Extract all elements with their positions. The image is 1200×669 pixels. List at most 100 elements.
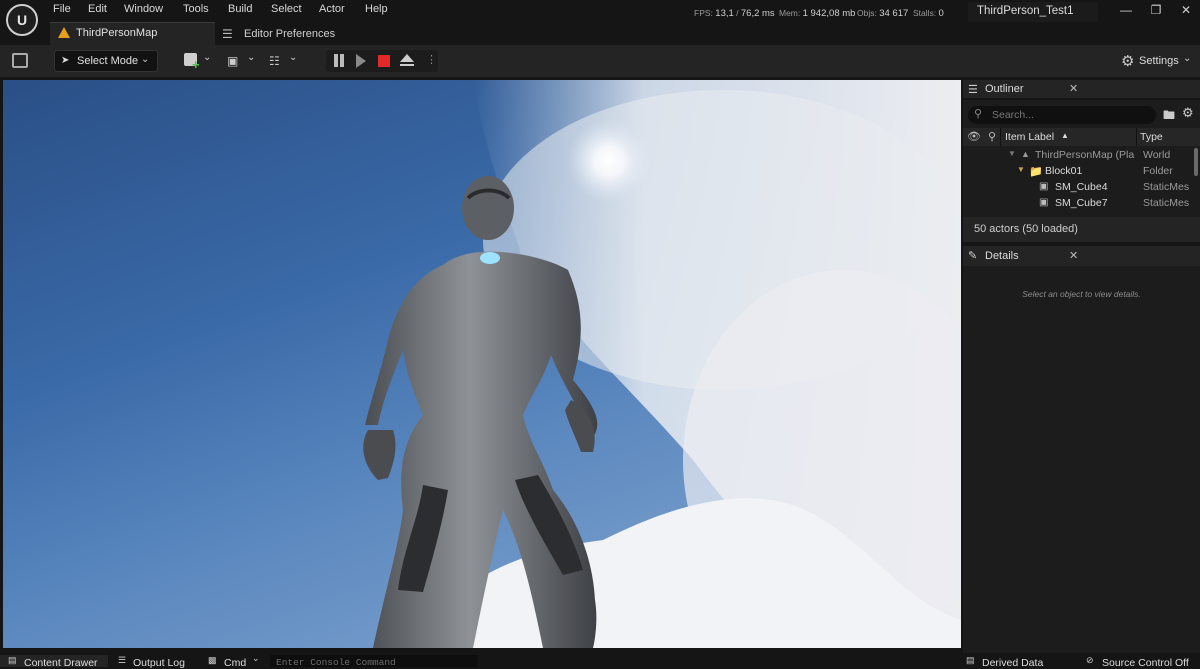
chevron-down-icon: ⌄ <box>141 54 150 65</box>
static-mesh-icon: ▣ <box>1039 197 1049 208</box>
more-options-icon[interactable]: ⋮ <box>426 53 437 66</box>
add-actor-button[interactable]: + ⌄ <box>184 52 212 72</box>
details-panel: Select an object to view details. <box>963 266 1200 653</box>
pause-icon-bar <box>340 54 344 67</box>
restore-icon[interactable]: ❐ <box>1142 3 1170 21</box>
clapperboard-icon: ☷ <box>269 54 280 68</box>
main-toolbar <box>0 45 1200 77</box>
chevron-down-icon: ⌄ <box>1183 53 1192 64</box>
close-icon[interactable]: ✕ <box>1069 82 1078 95</box>
unreal-logo-icon[interactable]: U <box>6 4 38 36</box>
folder-icon: 📁 <box>1029 166 1043 178</box>
content-drawer-label: Content Drawer <box>24 657 98 669</box>
console-input[interactable]: Enter Console Command <box>270 655 478 668</box>
menu-edit[interactable]: Edit <box>88 3 107 15</box>
outliner-icon: ☰ <box>968 84 978 96</box>
cursor-icon: ➤ <box>61 55 70 66</box>
list-item[interactable]: ▣ SM_Cube4 StaticMes <box>963 180 1191 196</box>
output-log-label: Output Log <box>133 657 185 669</box>
derived-data-label: Derived Data <box>982 657 1044 669</box>
log-icon: ☰ <box>118 655 127 665</box>
actor-count: 50 actors (50 loaded) <box>974 223 1078 235</box>
menu-window[interactable]: Window <box>124 3 163 15</box>
minimize-icon[interactable]: — <box>1112 3 1140 21</box>
source-control-label: Source Control Off <box>1102 657 1189 669</box>
scrollbar[interactable] <box>1194 148 1198 176</box>
close-icon[interactable]: ✕ <box>1172 3 1200 21</box>
step-icon[interactable] <box>356 54 366 68</box>
menu-file[interactable]: File <box>53 3 71 15</box>
chevron-down-icon: ⌄ <box>247 52 256 63</box>
cmd-dropdown[interactable]: ▩ Cmd ⌄ <box>206 653 266 669</box>
viewport-scene <box>363 80 961 648</box>
outliner-panel: ⚲ Search... 🖿 ⚙ 👁 ⚲ Item Label ▲ Type ▼ … <box>963 100 1200 217</box>
expand-arrow-icon[interactable]: ▼ <box>1017 165 1025 174</box>
pin-icon[interactable]: ⚲ <box>988 130 996 143</box>
play-controls: ⋮ <box>326 50 438 72</box>
gear-icon[interactable]: ⚙ <box>1182 105 1194 121</box>
select-mode-dropdown[interactable]: ➤ Select Mode ⌄ <box>54 50 158 72</box>
eject-icon-bar <box>400 64 414 66</box>
derived-data-button[interactable]: ▤ Derived Data <box>962 655 1062 669</box>
item-label: SM_Cube4 <box>1055 181 1108 193</box>
chest-light <box>480 252 500 264</box>
menu-help[interactable]: Help <box>365 3 388 15</box>
drawer-icon: ▤ <box>8 655 17 665</box>
menu-actor[interactable]: Actor <box>319 3 345 15</box>
cinematics-button[interactable]: ☷ ⌄ <box>269 52 299 70</box>
tab-label: Editor Preferences <box>244 28 336 40</box>
item-type: World <box>1143 149 1171 161</box>
item-label: ThirdPersonMap (Pla <box>1035 149 1135 161</box>
column-type[interactable]: Type <box>1140 131 1163 143</box>
map-icon <box>58 27 70 38</box>
details-tab[interactable]: ✎ Details ✕ <box>963 246 1200 266</box>
blueprint-button[interactable]: ▣ ⌄ <box>227 52 257 70</box>
item-type: StaticMes <box>1143 197 1190 209</box>
project-name: ThirdPerson_Test1 <box>977 5 1074 17</box>
stalls-stat: Stalls: 0 <box>913 8 944 19</box>
details-title: Details <box>985 250 1019 262</box>
pencil-icon: ✎ <box>968 250 978 262</box>
search-box[interactable]: ⚲ Search... <box>968 106 1156 124</box>
outliner-tab[interactable]: ☰ Outliner ✕ <box>963 80 1200 98</box>
close-icon[interactable]: ✕ <box>1069 249 1078 262</box>
add-folder-icon[interactable]: 🖿 <box>1163 106 1175 127</box>
settings-button[interactable]: ⚙ Settings ⌄ <box>1121 53 1195 71</box>
database-icon: ▤ <box>966 655 975 665</box>
source-control-button[interactable]: ⊘ Source Control Off <box>1084 655 1200 669</box>
sliders-icon: ☰ <box>222 27 233 41</box>
world-icon: ▲ <box>1021 149 1030 159</box>
chevron-down-icon: ⌄ <box>289 52 298 63</box>
search-icon: ⚲ <box>974 108 983 120</box>
level-viewport[interactable] <box>3 80 961 648</box>
menu-select[interactable]: Select <box>271 3 302 15</box>
mem-stat: Mem: 1 942,08 mb <box>779 8 856 19</box>
stop-icon[interactable] <box>378 55 390 67</box>
select-mode-label: Select Mode <box>77 55 139 67</box>
chevron-down-icon: ⌄ <box>203 52 212 63</box>
save-icon[interactable] <box>12 53 28 68</box>
tab-label: ThirdPersonMap <box>76 27 158 39</box>
outliner-title: Outliner <box>985 83 1024 95</box>
output-log-button[interactable]: ☰ Output Log <box>112 655 192 669</box>
status-bar: ▤ Content Drawer ☰ Output Log ▩ Cmd ⌄ En… <box>0 653 1200 669</box>
expand-arrow-icon[interactable]: ▼ <box>1008 149 1016 158</box>
list-item[interactable]: ▼ ▲ ThirdPersonMap (Pla World <box>963 148 1191 164</box>
column-item-label[interactable]: Item Label <box>1005 131 1054 143</box>
menu-tools[interactable]: Tools <box>183 3 209 15</box>
console-placeholder: Enter Console Command <box>276 657 396 668</box>
eye-icon[interactable]: 👁 <box>967 130 981 143</box>
item-label: SM_Cube7 <box>1055 197 1108 209</box>
cmd-label: Cmd <box>224 657 247 669</box>
list-item[interactable]: ▣ SM_Cube7 StaticMes <box>963 196 1191 212</box>
plus-icon: + <box>192 57 200 72</box>
fps-stat: FPS: 13,1 / 76,2 ms <box>694 8 775 19</box>
list-item[interactable]: ▼ 📁 Block01 Folder <box>963 164 1191 180</box>
menu-build[interactable]: Build <box>228 3 252 15</box>
pause-icon[interactable] <box>334 54 338 67</box>
mannequin-head <box>462 176 514 240</box>
tab-third-person-map[interactable]: ThirdPersonMap <box>50 22 215 45</box>
eject-icon[interactable] <box>400 54 414 62</box>
content-drawer-button[interactable]: ▤ Content Drawer <box>0 655 108 669</box>
search-input[interactable]: Search... <box>992 109 1034 121</box>
